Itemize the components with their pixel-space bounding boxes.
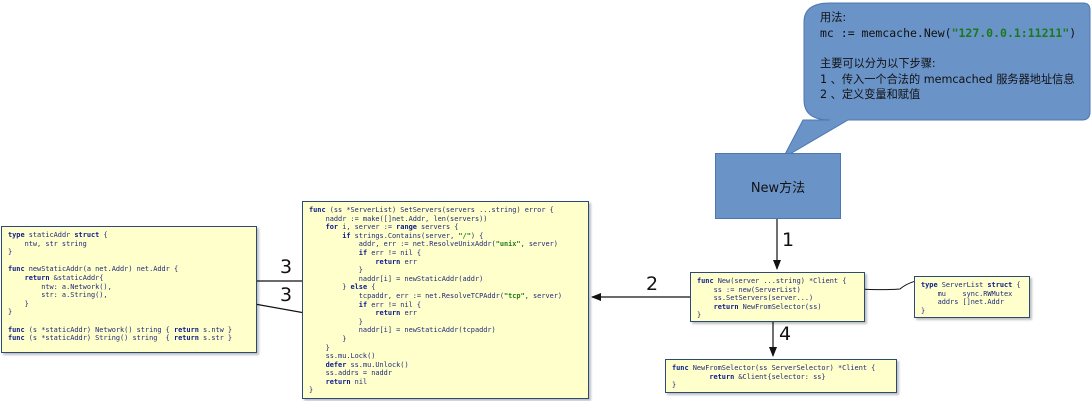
code-line: func New(server ...string) *Client { bbox=[697, 277, 847, 285]
code-line: ntw: a.Network(), bbox=[8, 282, 112, 291]
code-line: addrs []net.Addr bbox=[921, 298, 1004, 307]
code-line: defer ss.mu.Unlock() bbox=[325, 360, 409, 369]
code-line: return &Client{selector: ss} bbox=[709, 372, 826, 381]
callout-steps-title: 主要可以分为以下步骤: bbox=[820, 57, 936, 70]
code-line: } bbox=[672, 381, 677, 390]
code-line: ​ bbox=[8, 317, 250, 326]
code-line: ss.SetServers(server...) bbox=[697, 294, 814, 303]
new-method-label: New方法 bbox=[750, 180, 806, 196]
code-line: tcpaddr, err := net.ResolveTCPAddr("tcp"… bbox=[309, 291, 563, 300]
code-line: func (s *staticAddr) Network() string { … bbox=[8, 325, 233, 334]
code-line: ss := new(ServerList) bbox=[697, 285, 801, 294]
code-line: } bbox=[309, 266, 363, 275]
code-line: return err bbox=[375, 257, 417, 266]
code-line: return &staticAddr{ bbox=[24, 273, 104, 282]
code-line: return nil bbox=[325, 377, 368, 386]
code-line: if strings.Contains(server, "/") { bbox=[342, 231, 484, 240]
code-line: if err != nil { bbox=[358, 300, 422, 309]
code-line: func (s *staticAddr) String() string { r… bbox=[8, 334, 233, 343]
code-line: ss.addrs = naddr bbox=[309, 369, 392, 378]
code-box-static-addr: type staticAddr struct { ntw, str string… bbox=[1, 226, 257, 353]
callout-usage-code: mc := memcache.New("127.0.0.1:11211") bbox=[820, 25, 1077, 40]
arrow-label-3-upper: 3 bbox=[280, 256, 293, 278]
code-line: addr, err := net.ResolveUnixAddr("unix",… bbox=[309, 240, 558, 249]
code-line: ss.mu.Lock() bbox=[309, 352, 376, 361]
code-line: str: a.String(), bbox=[8, 291, 108, 300]
code-line: ntw, str string bbox=[8, 239, 87, 248]
code-line: } bbox=[697, 311, 702, 320]
code-line: naddr[i] = newStaticAddr(tcpaddr) bbox=[309, 326, 496, 335]
code-line: if err != nil { bbox=[358, 248, 422, 257]
code-line: return NewFromSelector(ss) bbox=[713, 302, 822, 311]
code-line: type staticAddr struct { bbox=[8, 231, 108, 239]
arrow-label-4: 4 bbox=[779, 323, 792, 345]
code-line: } else { bbox=[309, 283, 376, 292]
code-line: naddr[i] = newStaticAddr(addr) bbox=[309, 274, 484, 283]
callout-step-1: 1 、传入一个合法的 memcached 服务器地址信息 bbox=[820, 72, 1075, 86]
callout-step-2: 2 、定义变量和赋值 bbox=[820, 88, 921, 101]
code-box-new: func New(server ...string) *Client { ss … bbox=[690, 272, 865, 322]
code-line: type ServerList struct { bbox=[921, 281, 1021, 289]
code-line: } bbox=[309, 343, 330, 352]
code-line: func (ss *ServerList) SetServers(servers… bbox=[309, 206, 554, 214]
code-line: func NewFromSelector(ss ServerSelector) … bbox=[672, 364, 876, 372]
code-line: } bbox=[8, 248, 13, 257]
arrow-label-1: 1 bbox=[782, 229, 795, 251]
callout-usage-label: 用法: bbox=[820, 11, 847, 24]
code-line: for i, server := range servers { bbox=[325, 223, 459, 232]
code-box-set-servers: func (ss *ServerList) SetServers(servers… bbox=[302, 201, 589, 399]
code-line: return err bbox=[375, 309, 417, 318]
code-line: ​ bbox=[8, 257, 250, 266]
code-line: } bbox=[309, 334, 347, 343]
code-line: } bbox=[8, 299, 29, 308]
code-line: } bbox=[921, 306, 926, 315]
code-line: } bbox=[309, 386, 314, 395]
callout: 用法: mc := memcache.New("127.0.0.1:11211"… bbox=[820, 10, 1088, 103]
arrow-label-3-lower: 3 bbox=[280, 284, 293, 306]
code-line: func newStaticAddr(a net.Addr) net.Addr … bbox=[8, 265, 179, 274]
code-line: } bbox=[309, 317, 363, 326]
new-method-box: New方法 bbox=[715, 153, 841, 219]
arrow-label-2: 2 bbox=[646, 273, 659, 295]
code-box-new-from-selector: func NewFromSelector(ss ServerSelector) … bbox=[665, 359, 897, 393]
code-line: mu sync.RWMutex bbox=[921, 289, 1013, 298]
code-line: naddr := make([]net.Addr, len(servers)) bbox=[309, 214, 488, 223]
code-line: } bbox=[8, 308, 13, 317]
code-box-server-list: type ServerList struct { mu sync.RWMutex… bbox=[914, 276, 1030, 318]
